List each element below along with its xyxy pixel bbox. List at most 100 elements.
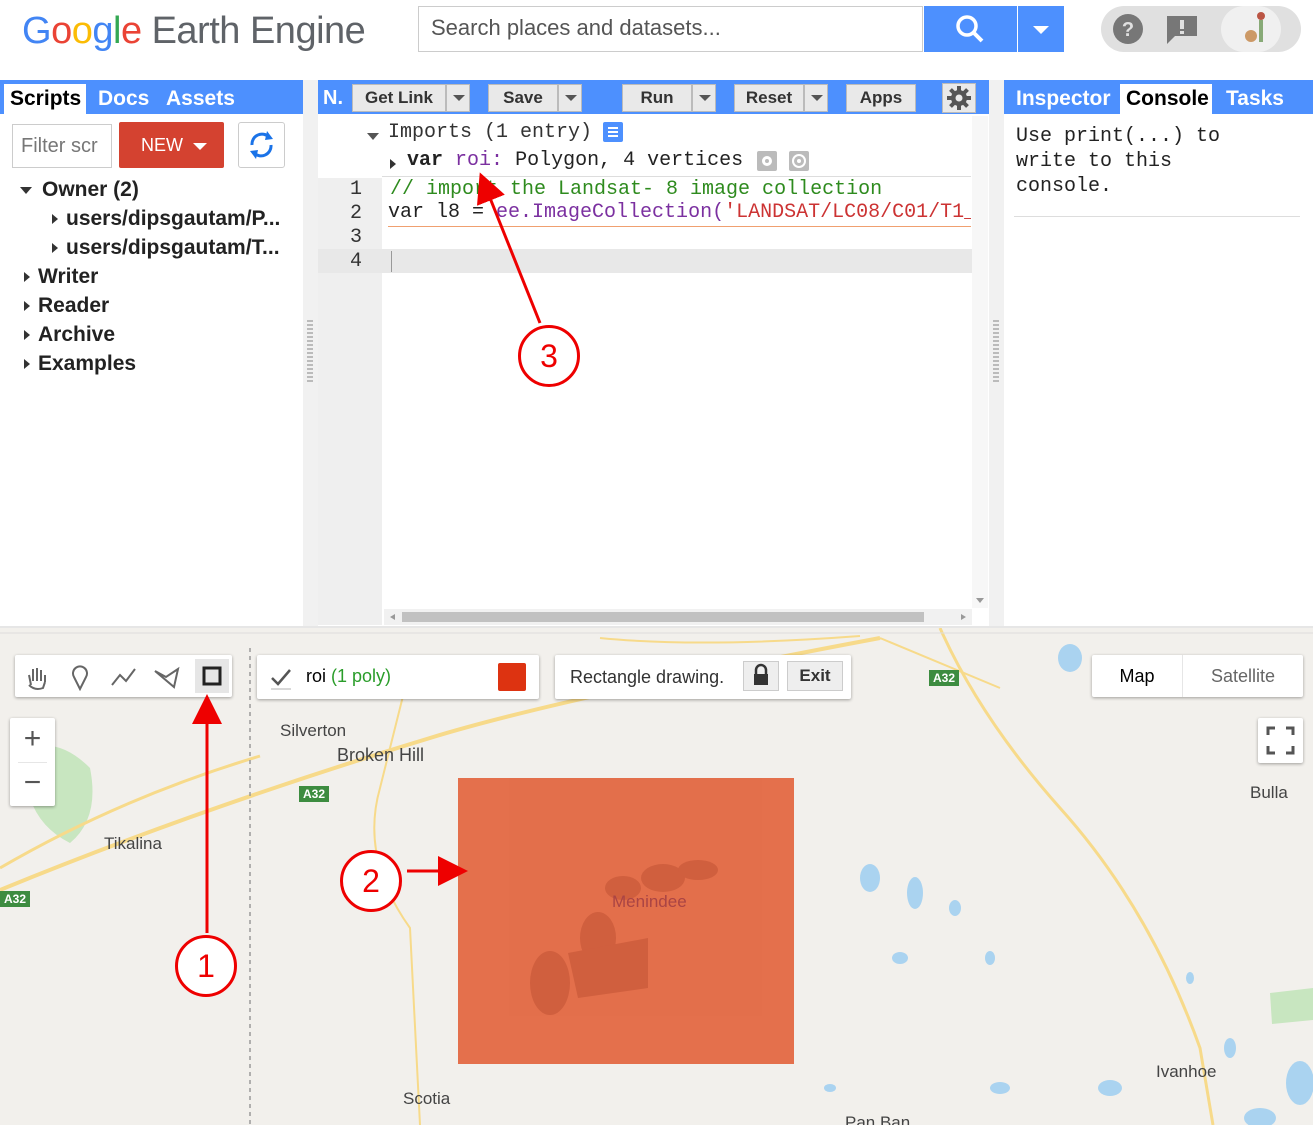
run-dropdown[interactable]: [692, 84, 716, 112]
layer-name: roi (1 poly): [306, 666, 392, 686]
refresh-icon: [250, 131, 273, 159]
geometry-layer-entry[interactable]: roi (1 poly): [257, 655, 539, 699]
tree-item-reader[interactable]: Reader: [24, 294, 109, 318]
search-dropdown-button[interactable]: [1018, 6, 1064, 52]
polygon-icon[interactable]: [152, 663, 180, 691]
left-splitter[interactable]: [303, 80, 318, 628]
imports-header: Imports (1 entry): [388, 121, 593, 144]
annotation-marker-3: 3: [518, 325, 580, 387]
place-label: Silverton: [280, 721, 347, 740]
save-button[interactable]: Save: [488, 84, 558, 112]
zoom-control: + −: [10, 718, 55, 806]
place-label: Bulla: [1250, 783, 1288, 802]
tab-console[interactable]: Console: [1120, 84, 1212, 114]
tab-inspector[interactable]: Inspector: [1010, 84, 1117, 114]
import-settings-icon[interactable]: [756, 150, 778, 172]
tree-item-script[interactable]: users/dipsgautam/T...: [52, 236, 280, 260]
imports-toggle[interactable]: [367, 128, 389, 146]
settings-button[interactable]: [942, 83, 976, 113]
map-canvas[interactable]: Menindee Silverton Broken Hill Tikalina …: [0, 628, 1313, 1125]
layer-color-swatch[interactable]: [498, 663, 526, 691]
editor-vertical-scrollbar[interactable]: [972, 116, 988, 608]
document-icon: [608, 127, 618, 137]
rectangle-tool-button[interactable]: [195, 659, 229, 693]
tree-item-writer[interactable]: Writer: [24, 265, 98, 289]
run-button[interactable]: Run: [622, 84, 692, 112]
fullscreen-button[interactable]: [1258, 718, 1303, 763]
roi-rectangle[interactable]: [458, 778, 794, 1064]
map-type-satellite[interactable]: Satellite: [1183, 655, 1303, 697]
hand-icon[interactable]: [23, 663, 51, 691]
tree-item-examples[interactable]: Examples: [24, 352, 136, 376]
search-button[interactable]: [924, 6, 1017, 52]
get-link-dropdown[interactable]: [446, 84, 470, 112]
svg-text:?: ?: [1122, 19, 1134, 41]
google-earth-engine-logo: Google Earth Engine: [22, 10, 366, 52]
reset-button[interactable]: Reset: [734, 84, 804, 112]
place-label: Tikalina: [104, 834, 162, 853]
line-number: 3: [349, 226, 362, 249]
get-link-button[interactable]: Get Link: [352, 84, 446, 112]
search-input[interactable]: Search places and datasets...: [418, 6, 923, 52]
map-type-map[interactable]: Map: [1092, 655, 1182, 697]
tree-item-archive[interactable]: Archive: [24, 323, 115, 347]
lock-icon: [754, 663, 768, 685]
tab-scripts[interactable]: Scripts: [4, 84, 86, 114]
chevron-down-icon: [193, 143, 207, 150]
reset-dropdown[interactable]: [804, 84, 828, 112]
place-label: Pan Ban: [845, 1113, 911, 1125]
refresh-button[interactable]: [238, 122, 285, 168]
zoom-in-button[interactable]: +: [10, 718, 55, 762]
feedback-icon[interactable]: [1165, 14, 1199, 44]
avatar-image: [1245, 12, 1265, 42]
line-number: 2: [349, 202, 362, 225]
road-shield: A32: [929, 670, 960, 686]
annotation-marker-1: 1: [175, 935, 237, 997]
gear-icon: [947, 86, 971, 110]
point-marker-icon[interactable]: [66, 663, 94, 691]
save-dropdown[interactable]: [558, 84, 582, 112]
zoom-out-button[interactable]: −: [10, 762, 55, 806]
new-button[interactable]: NEW: [119, 122, 224, 168]
editor-horizontal-scrollbar[interactable]: [384, 609, 972, 625]
import-expand-toggle[interactable]: [390, 155, 404, 173]
checkbox-icon[interactable]: [269, 665, 293, 691]
avatar[interactable]: [1221, 6, 1281, 52]
console-output: Use print(...) to write to this console.: [1016, 125, 1221, 198]
apps-button[interactable]: Apps: [846, 84, 916, 112]
place-label: Broken Hill: [337, 745, 425, 765]
right-splitter[interactable]: [989, 80, 1004, 628]
drawing-mode-label: Rectangle drawing.: [570, 667, 725, 687]
drawing-status: Rectangle drawing. Exit: [555, 655, 851, 699]
chevron-down-icon: [1033, 26, 1049, 34]
drawing-tools: [15, 655, 232, 697]
fullscreen-icon: [1266, 726, 1295, 755]
active-line-highlight: [318, 249, 972, 273]
tab-tasks[interactable]: Tasks: [1220, 84, 1290, 114]
map-type-control: Map Satellite: [1092, 655, 1303, 697]
tab-assets[interactable]: Assets: [160, 84, 241, 114]
imports-divider: [382, 176, 971, 177]
annotation-marker-2: 2: [340, 850, 402, 912]
text-cursor: [391, 251, 392, 272]
console-divider: [1014, 216, 1300, 217]
import-line[interactable]: var roi: Polygon, 4 vertices: [407, 149, 743, 172]
road-shield: A32: [0, 891, 31, 907]
lock-button[interactable]: [743, 661, 779, 691]
search-icon: [956, 15, 984, 43]
road-shield: A32: [299, 786, 330, 802]
script-title[interactable]: N.: [323, 84, 343, 112]
import-target-icon[interactable]: [788, 150, 810, 172]
tab-docs[interactable]: Docs: [92, 84, 155, 114]
script-filter-input[interactable]: Filter scr: [12, 124, 112, 168]
line-icon[interactable]: [109, 663, 137, 691]
imports-show-code-icon[interactable]: [603, 122, 623, 142]
exit-drawing-button[interactable]: Exit: [787, 661, 843, 691]
line-number: 1: [349, 178, 362, 201]
code-line-1: // import the Landsat- 8 image collectio…: [390, 178, 883, 201]
place-label: Ivanhoe: [1156, 1062, 1217, 1081]
tree-item-script[interactable]: users/dipsgautam/P...: [52, 207, 280, 231]
place-label: Menindee: [612, 892, 687, 911]
help-icon[interactable]: ?: [1113, 14, 1143, 44]
tree-item-owner[interactable]: Owner (2): [20, 178, 139, 202]
